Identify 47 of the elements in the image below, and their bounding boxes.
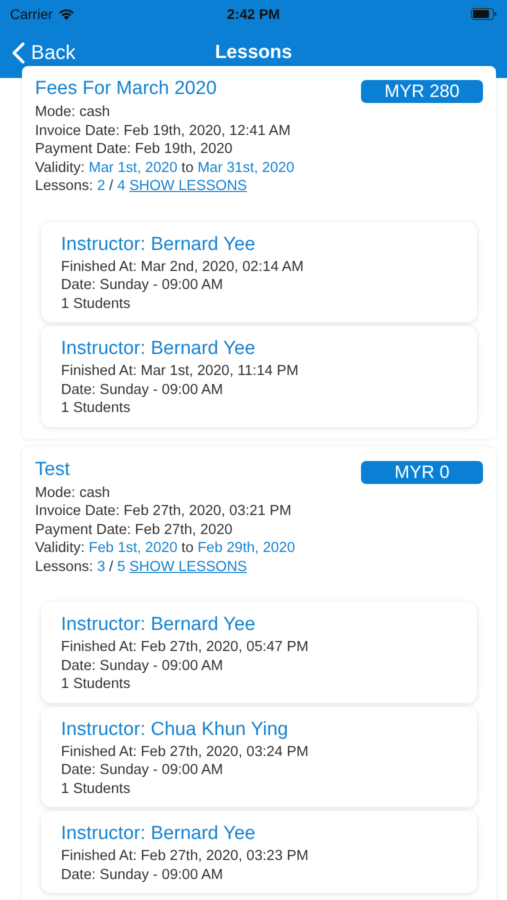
instructor-name: Instructor: Bernard Yee: [61, 234, 256, 256]
invoice-date-text: Invoice Date: Feb 19th, 2020, 12:41 AM: [35, 122, 292, 140]
instructor-name: Instructor: Bernard Yee: [61, 338, 256, 360]
lesson-date-text: Date: Sunday - 09:00 AM: [61, 380, 224, 399]
chevron-left-icon: [12, 42, 25, 64]
finished-at-text: Finished At: Feb 27th, 2020, 03:23 PM: [61, 847, 310, 866]
finished-at-text: Finished At: Mar 1st, 2020, 11:14 PM: [61, 362, 300, 380]
screen-title: Lessons: [214, 42, 292, 64]
lesson-card[interactable]: Instructor: Bernard Yee Finished At: Mar 1st, 2020, 11:14 PM Date: Sunday - 09:00 AM 1 Students: [41, 326, 477, 426]
invoice-title: Fees For March 2020: [35, 78, 217, 100]
clock-time: 2:42 PM: [227, 6, 280, 22]
wifi-icon: [58, 8, 75, 20]
instructor-name: Instructor: Bernard Yee: [61, 823, 256, 845]
payment-mode-text: Mode: cash: [35, 484, 111, 502]
invoice-title: Test: [35, 458, 70, 480]
finished-at-text: Finished At: Feb 27th, 2020, 03:24 PM: [61, 742, 310, 761]
payment-date-text: Payment Date: Feb 27th, 2020: [35, 520, 234, 539]
validity-text: Validity: Mar 1st, 2020 to Mar 31st, 2020: [35, 158, 296, 177]
instructor-name: Instructor: Bernard Yee: [61, 614, 256, 636]
student-count-text: 1 Students: [61, 780, 132, 798]
lesson-card[interactable]: Instructor: Chua Khun Ying Finished At: Feb 27th, 2020, 03:24 PM Date: Sunday - 09:00 AM 1 Students: [41, 706, 477, 807]
student-count-text: 1 Students: [61, 399, 132, 418]
student-count-text: 1 Students: [61, 294, 132, 313]
battery-icon: [471, 8, 497, 20]
lesson-card[interactable]: Instructor: Bernard Yee Finished At: Feb 27th, 2020, 03:23 PM Date: Sunday - 09:00 AM: [41, 811, 477, 893]
carrier-name: Carrier: [10, 6, 53, 22]
lesson-card[interactable]: Instructor: Bernard Yee Finished At: Feb 27th, 2020, 05:47 PM Date: Sunday - 09:00 AM 1 Students: [41, 602, 477, 702]
lesson-count-text: Lessons: 3 / 5: [35, 558, 126, 576]
finished-at-text: Finished At: Mar 2nd, 2020, 02:14 AM: [61, 258, 305, 276]
payment-date-text: Payment Date: Feb 19th, 2020: [35, 140, 234, 158]
show-lessons-link[interactable]: SHOW LESSONS: [125, 177, 247, 196]
student-count-text: 1 Students: [61, 675, 132, 694]
invoice-date-text: Invoice Date: Feb 27th, 2020, 03:21 PM: [35, 502, 292, 520]
lesson-date-text: Date: Sunday - 09:00 AM: [61, 761, 224, 780]
lesson-date-text: Date: Sunday - 09:00 AM: [61, 866, 224, 884]
lesson-date-text: Date: Sunday - 09:00 AM: [61, 276, 224, 294]
finished-at-text: Finished At: Feb 27th, 2020, 05:47 PM: [61, 638, 310, 656]
instructor-name: Instructor: Chua Khun Ying: [61, 718, 290, 740]
validity-text: Validity: Feb 1st, 2020 to Feb 29th, 2020: [35, 539, 296, 558]
payment-mode-text: Mode: cash: [35, 103, 111, 122]
lesson-date-text: Date: Sunday - 09:00 AM: [61, 656, 224, 675]
lesson-card[interactable]: Instructor: Bernard Yee Finished At: Mar 2nd, 2020, 02:14 AM Date: Sunday - 09:00 AM 1 Students: [41, 222, 477, 322]
back-button[interactable]: Back: [0, 42, 76, 64]
amount-badge: MYR 0: [361, 460, 483, 484]
amount-badge: MYR 280: [361, 80, 483, 103]
lesson-count-text: Lessons: 2 / 4: [35, 177, 126, 196]
show-lessons-link[interactable]: SHOW LESSONS: [125, 558, 247, 576]
